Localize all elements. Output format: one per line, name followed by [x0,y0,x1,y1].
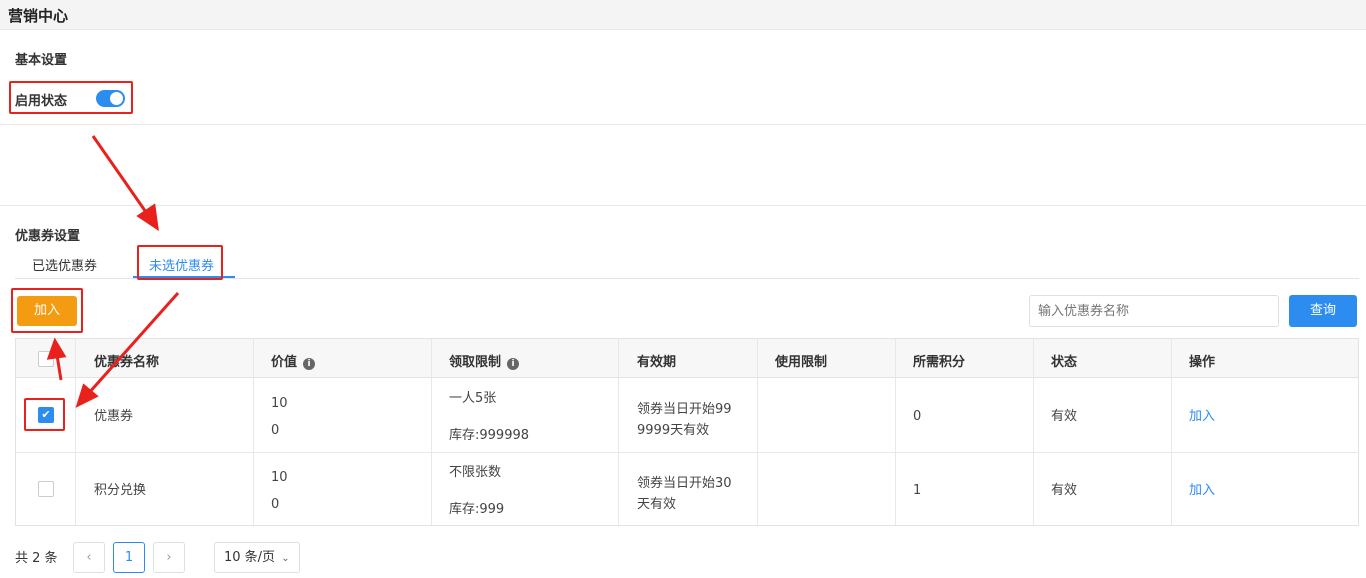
arrow-to-add [55,354,63,381]
annotation-arrows [46,135,180,408]
arrow-to-tab [91,135,150,216]
arrow-to-checkbox [86,292,180,395]
arrow-head [136,203,159,232]
arrow-head [46,337,67,360]
